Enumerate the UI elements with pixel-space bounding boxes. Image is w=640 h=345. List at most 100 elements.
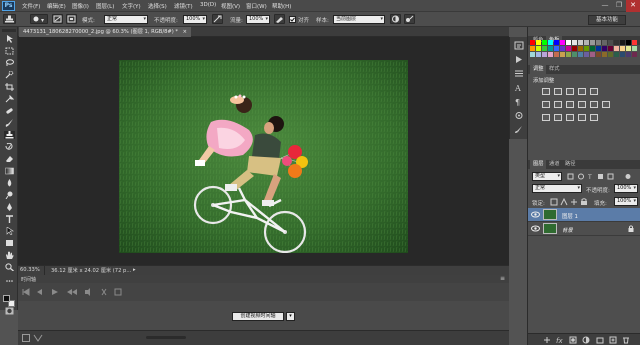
character-panel-icon[interactable]: A: [514, 83, 524, 92]
color-swatch[interactable]: [530, 52, 535, 57]
layer-kind-filter[interactable]: 类型: [532, 172, 562, 181]
lock-icons[interactable]: [550, 198, 590, 206]
document-canvas-image[interactable]: [119, 60, 408, 253]
hue-saturation-icon[interactable]: [542, 101, 550, 108]
menu-window[interactable]: 窗口(W): [246, 2, 267, 10]
color-swatch[interactable]: [602, 46, 607, 51]
aligned-checkbox[interactable]: [289, 16, 296, 23]
timeline-menu-icon[interactable]: ≡: [500, 275, 505, 282]
close-button[interactable]: ✕: [626, 0, 640, 12]
workspace-switcher[interactable]: 基本功能: [588, 15, 626, 25]
levels-icon[interactable]: [554, 88, 562, 95]
zoom-tool-icon[interactable]: [4, 263, 15, 271]
brush-preset-picker[interactable]: ▾: [30, 14, 48, 24]
color-swatch[interactable]: [614, 52, 619, 57]
menu-help[interactable]: 帮助(H): [272, 2, 291, 10]
color-swatch[interactable]: [584, 46, 589, 51]
color-swatch[interactable]: [596, 52, 601, 57]
hand-tool-icon[interactable]: [4, 251, 15, 259]
selective-color-icon[interactable]: [590, 114, 598, 121]
visibility-eye-icon[interactable]: [531, 225, 540, 232]
crop-tool-icon[interactable]: [4, 83, 15, 91]
color-swatch[interactable]: [554, 40, 559, 45]
color-swatch[interactable]: [608, 52, 613, 57]
tab-channels[interactable]: 通道: [546, 160, 562, 169]
tab-adjustments[interactable]: 调整: [530, 65, 547, 74]
photo-filter-icon[interactable]: [578, 101, 586, 108]
color-swatch[interactable]: [626, 52, 631, 57]
timeline-type-dropdown[interactable]: ▾: [286, 312, 295, 321]
eyedropper-tool-icon[interactable]: [4, 95, 15, 103]
color-balance-icon[interactable]: [554, 101, 562, 108]
tab-styles[interactable]: 样式: [546, 65, 562, 74]
color-swatch[interactable]: [572, 46, 577, 51]
history-brush-tool-icon[interactable]: [4, 143, 15, 151]
document-tab[interactable]: 4473131_180628270000_2.jpg @ 60.3% (图层 1…: [19, 27, 191, 37]
timeline-title[interactable]: 时间轴: [21, 276, 36, 283]
color-swatch[interactable]: [632, 40, 637, 45]
brush-presets-panel-icon[interactable]: [514, 125, 524, 134]
color-swatch[interactable]: [620, 40, 625, 45]
sample-select[interactable]: 当前图层: [333, 15, 385, 24]
tab-paths[interactable]: 路径: [562, 160, 578, 169]
color-swatch[interactable]: [590, 40, 595, 45]
color-swatch[interactable]: [590, 52, 595, 57]
channel-mixer-icon[interactable]: [590, 101, 598, 108]
flow-select[interactable]: 100%: [246, 15, 270, 24]
color-swatch[interactable]: [548, 40, 553, 45]
color-swatch[interactable]: [620, 52, 625, 57]
color-swatch[interactable]: [548, 52, 553, 57]
menu-file[interactable]: 文件(F): [22, 2, 40, 10]
curves-icon[interactable]: [566, 88, 574, 95]
pressure-size-icon[interactable]: [404, 14, 415, 24]
tab-close-icon[interactable]: ×: [183, 29, 187, 35]
marquee-tool-icon[interactable]: [4, 47, 15, 55]
menu-3d[interactable]: 3D(D): [200, 2, 216, 8]
black-white-icon[interactable]: [566, 101, 574, 108]
color-swatch[interactable]: [530, 46, 535, 51]
color-swatch[interactable]: [584, 40, 589, 45]
color-lookup-icon[interactable]: [602, 101, 610, 108]
color-swatch[interactable]: [578, 46, 583, 51]
color-swatch[interactable]: [602, 52, 607, 57]
color-swatch[interactable]: [590, 46, 595, 51]
color-swatch[interactable]: [566, 46, 571, 51]
pen-tool-icon[interactable]: [4, 203, 15, 211]
brush-tool-icon[interactable]: [4, 119, 15, 127]
color-swatch[interactable]: [536, 46, 541, 51]
clone-stamp-tool-icon[interactable]: [4, 131, 15, 139]
menu-view[interactable]: 视图(V): [221, 2, 240, 10]
color-swatch[interactable]: [608, 40, 613, 45]
color-swatch[interactable]: [554, 52, 559, 57]
clone-source-panel-icon[interactable]: [66, 14, 77, 24]
move-tool-icon[interactable]: [4, 35, 15, 43]
color-swatch[interactable]: [572, 40, 577, 45]
tab-layers[interactable]: 图层: [530, 160, 547, 169]
visibility-eye-icon[interactable]: [531, 211, 540, 218]
color-swatch[interactable]: [536, 40, 541, 45]
dodge-tool-icon[interactable]: [4, 191, 15, 199]
layer-filter-icons[interactable]: T: [566, 173, 636, 180]
color-swatch[interactable]: [632, 52, 637, 57]
color-swatch[interactable]: [572, 52, 577, 57]
toolbar-grip[interactable]: [2, 29, 16, 32]
menu-edit[interactable]: 编辑(E): [47, 2, 66, 10]
color-swatch[interactable]: [626, 46, 631, 51]
eraser-tool-icon[interactable]: [4, 155, 15, 163]
brush-panel-toggle-icon[interactable]: [52, 14, 63, 24]
ignore-adjustment-layers-icon[interactable]: [390, 14, 401, 24]
status-menu-arrow[interactable]: ▸: [133, 267, 136, 273]
color-swatch[interactable]: [614, 46, 619, 51]
timeline-zoom-slider[interactable]: [146, 336, 186, 339]
restore-button[interactable]: ❐: [612, 0, 626, 12]
paragraph-panel-icon[interactable]: ¶: [514, 97, 524, 106]
foreground-color-swatch[interactable]: [3, 295, 10, 302]
color-swatch[interactable]: [566, 52, 571, 57]
rectangle-tool-icon[interactable]: [4, 239, 15, 247]
exposure-icon[interactable]: [578, 88, 586, 95]
color-swatch[interactable]: [626, 40, 631, 45]
spot-healing-tool-icon[interactable]: [4, 107, 15, 115]
gradient-map-icon[interactable]: [578, 114, 586, 121]
color-swatch[interactable]: [608, 46, 613, 51]
blur-tool-icon[interactable]: [4, 179, 15, 187]
